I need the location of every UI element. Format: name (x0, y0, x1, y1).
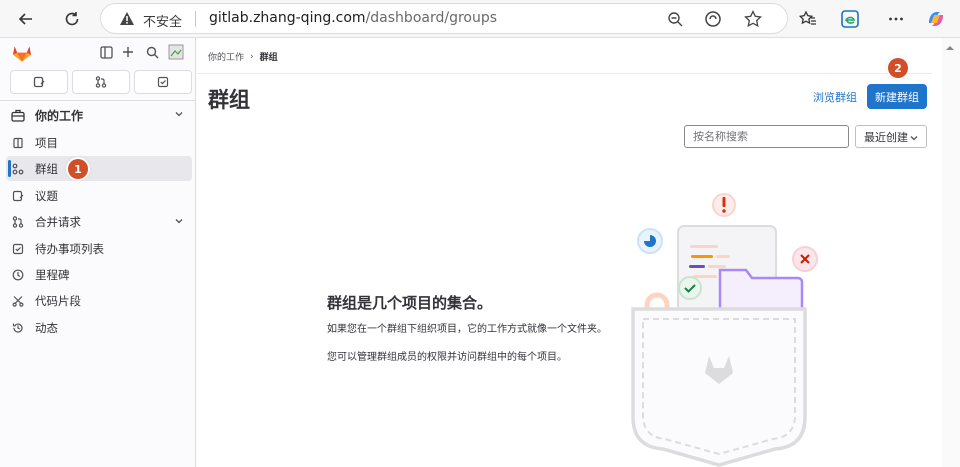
snippet-icon (11, 294, 25, 308)
search-input[interactable] (684, 125, 849, 148)
more-menu-button[interactable] (884, 7, 908, 31)
edge-extension-button[interactable] (838, 7, 862, 31)
sidebar-item-label: 议题 (35, 188, 58, 203)
sidebar-item-todos[interactable]: 待办事项列表 (6, 236, 192, 261)
sidebar-item-merge-requests[interactable]: 合并请求 (6, 209, 192, 234)
merge-request-icon (11, 215, 25, 229)
more-dots-icon (889, 17, 903, 21)
sidebar-item-label: 里程碑 (35, 267, 70, 282)
sidebar-divider (0, 100, 196, 101)
todo-icon (157, 76, 169, 88)
copilot-button[interactable] (924, 7, 948, 31)
sidebar-item-issues[interactable]: 议题 (6, 183, 192, 208)
empty-state-title: 群组是几个项目的集合。 (327, 294, 493, 312)
briefcase-icon (11, 109, 25, 122)
sort-label: 最近创建 (864, 130, 908, 144)
breadcrumb-separator-icon: › (250, 51, 254, 62)
sidebar-item-projects[interactable]: 项目 (6, 130, 192, 155)
insecure-label: 不安全 (143, 15, 183, 30)
main-content: 你的工作 › 群组 群组 浏览群组 新建群组 2 最近创建 (197, 38, 960, 467)
address-separator (195, 11, 196, 27)
project-icon (11, 136, 25, 150)
empty-state-illustration (631, 193, 818, 467)
merge-requests-count-tab[interactable] (72, 70, 130, 94)
empty-state-description: 如果您在一个群组下组织项目，它的工作方式就像一个文件夹。 (327, 324, 607, 335)
todo-icon (11, 242, 25, 256)
sidebar: 你的工作 项目 群组 议题 合并请求 待办事项列表 里程碑 代码片段 动态 1 (0, 38, 196, 467)
sidebar-toggle-icon[interactable] (98, 44, 114, 60)
sidebar-item-activity[interactable]: 动态 (6, 315, 192, 340)
gitlab-logo-icon[interactable] (12, 43, 32, 66)
sidebar-item-groups[interactable]: 群组 (6, 156, 192, 181)
sidebar-item-milestones[interactable]: 里程碑 (6, 262, 192, 287)
refresh-icon (65, 12, 79, 26)
breadcrumb: 你的工作 › 群组 (208, 50, 278, 64)
sidebar-header (0, 38, 196, 68)
page-title: 群组 (208, 88, 250, 112)
header-divider (197, 73, 932, 74)
breadcrumb-your-work[interactable]: 你的工作 (208, 50, 244, 63)
avatar-icon[interactable] (168, 44, 184, 60)
step-badge-2: 2 (888, 58, 908, 78)
plus-icon[interactable] (120, 44, 136, 60)
url-host: gitlab.zhang-qing.com (209, 10, 366, 26)
issues-icon (11, 189, 25, 203)
scroll-up-arrow-icon[interactable] (945, 44, 955, 52)
favorite-star-icon[interactable] (743, 9, 763, 29)
sidebar-item-label: 待办事项列表 (35, 241, 104, 256)
address-bar[interactable]: 不安全 gitlab.zhang-qing.com/dashboard/grou… (100, 3, 788, 34)
sidebar-item-label: 动态 (35, 320, 58, 335)
favorites-list-icon (799, 10, 816, 25)
back-arrow-icon (18, 13, 32, 25)
issues-icon (33, 76, 45, 88)
copilot-icon (929, 12, 943, 26)
zoom-out-icon[interactable] (665, 9, 685, 29)
issues-count-tab[interactable] (10, 70, 68, 94)
chevron-down-icon (175, 219, 183, 224)
empty-state-description-2: 您可以管理群组成员的权限并访问群组中的每个项目。 (327, 352, 567, 363)
section-label: 你的工作 (35, 108, 84, 123)
explore-groups-link[interactable]: 浏览群组 (813, 89, 857, 105)
chevron-down-icon (175, 112, 183, 117)
refresh-button[interactable] (60, 7, 84, 31)
sidebar-item-snippets[interactable]: 代码片段 (6, 288, 192, 313)
page-scrollbar[interactable] (942, 38, 960, 467)
step-badge-1: 1 (68, 159, 88, 179)
group-icon (11, 162, 25, 176)
sidebar-item-label: 项目 (35, 135, 58, 150)
todos-count-tab[interactable] (134, 70, 192, 94)
browser-toolbar: 不安全 gitlab.zhang-qing.com/dashboard/grou… (0, 0, 960, 38)
favorites-button[interactable] (796, 7, 820, 31)
sort-dropdown[interactable]: 最近创建 (855, 125, 927, 148)
sidebar-item-label: 合并请求 (35, 214, 81, 229)
milestone-icon (11, 268, 25, 282)
activity-icon (11, 321, 25, 335)
chevron-down-icon (910, 136, 918, 141)
sidebar-item-label: 代码片段 (35, 293, 81, 308)
new-group-button[interactable]: 新建群组 (867, 84, 927, 109)
sidebar-counts (10, 70, 192, 94)
your-work-section[interactable]: 你的工作 (6, 102, 192, 128)
url-text[interactable]: gitlab.zhang-qing.com/dashboard/groups (209, 10, 497, 26)
edge-icon (841, 10, 859, 28)
sidebar-item-label: 群组 (35, 161, 58, 176)
back-button[interactable] (14, 7, 38, 31)
url-path: /dashboard/groups (365, 10, 498, 26)
read-aloud-icon[interactable] (703, 9, 723, 29)
breadcrumb-groups[interactable]: 群组 (260, 50, 278, 63)
search-icon[interactable] (144, 44, 160, 60)
merge-request-icon (95, 76, 107, 88)
warning-icon[interactable] (119, 11, 135, 30)
